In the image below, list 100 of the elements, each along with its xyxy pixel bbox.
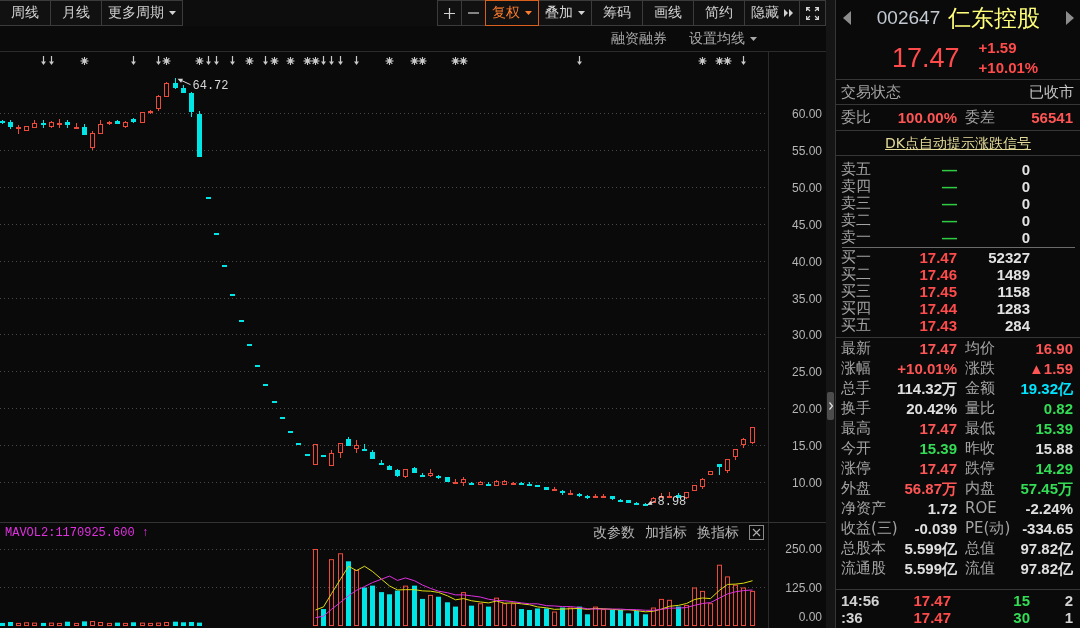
indicator-option[interactable]: 加指标	[645, 524, 687, 541]
axis-label: 55.00	[791, 143, 822, 158]
zoom-out-button[interactable]	[461, 0, 486, 26]
double-triangle-icon	[784, 9, 793, 17]
chevron-right-icon	[828, 402, 833, 410]
leader-arrow	[647, 500, 656, 505]
down-arrow-icon[interactable]	[230, 55, 235, 65]
burst-icon[interactable]	[79, 56, 90, 66]
quote-label: 最新	[841, 339, 871, 357]
burst-icon[interactable]	[409, 56, 420, 66]
order-level-label: 买五	[841, 317, 871, 334]
percent-change: +10.01%	[978, 57, 1039, 78]
burst-icon[interactable]	[302, 56, 313, 66]
signal-link[interactable]: DK点自动提示涨跌信号	[885, 134, 1031, 152]
order-volume: 1489	[996, 266, 1030, 283]
burst-icon[interactable]	[697, 56, 708, 66]
order-volume: 0	[1021, 195, 1030, 212]
quote-label: 总手	[841, 379, 871, 397]
fullscreen-button[interactable]	[799, 0, 826, 26]
period-button[interactable]: 月线	[50, 0, 102, 26]
right-triangle-icon[interactable]	[1066, 11, 1074, 25]
quote-label: 委差	[965, 109, 995, 126]
plus-icon	[444, 7, 455, 19]
dropdown-button[interactable]: 更多周期	[101, 0, 183, 26]
quote-value: 100.00%	[897, 109, 957, 126]
indicator-legend: MAVOL2:1170925.600 ↑	[5, 525, 150, 540]
quote-value: 17.47	[919, 339, 957, 357]
order-level-label: 买四	[841, 300, 871, 317]
burst-icon[interactable]	[269, 56, 280, 66]
toolbar-button[interactable]: 筹码	[591, 0, 643, 26]
order-volume: 1158	[997, 283, 1030, 300]
indicator-option[interactable]: 改参数	[593, 524, 635, 541]
axis-label: 60.00	[791, 106, 822, 121]
down-arrow-icon[interactable]	[577, 55, 582, 65]
axis-label: 125.00	[785, 580, 822, 595]
quote-label: 今开	[841, 439, 871, 457]
toolbar-button[interactable]: 简约	[693, 0, 745, 26]
down-arrow-icon[interactable]	[156, 55, 161, 65]
quote-label: 内盘	[965, 479, 995, 497]
down-arrow-icon[interactable]	[741, 55, 746, 65]
burst-icon[interactable]	[310, 56, 321, 66]
order-price: 17.46	[919, 266, 957, 283]
dropdown-button[interactable]: 设置均线	[689, 29, 757, 48]
hide-button[interactable]: 隐藏	[744, 0, 800, 26]
quote-value: 20.42%	[906, 399, 957, 417]
price-annotation: 8.98	[657, 495, 687, 510]
toolbar-link[interactable]: 融资融券	[611, 29, 667, 48]
order-volume: 0	[1021, 161, 1030, 178]
quote-value: 1.72	[927, 499, 957, 517]
order-price: 17.45	[919, 283, 957, 300]
quote-label: 涨停	[841, 459, 871, 477]
quote-value: 5.599亿	[904, 539, 957, 557]
burst-icon[interactable]	[384, 56, 395, 66]
quote-label: 总股本	[841, 539, 886, 557]
burst-icon[interactable]	[285, 56, 296, 66]
down-arrow-icon[interactable]	[354, 55, 359, 65]
price-annotation: 64.72	[192, 79, 229, 94]
toolbar-button[interactable]: 画线	[642, 0, 694, 26]
burst-icon[interactable]	[714, 56, 725, 66]
period-button[interactable]: 周线	[0, 0, 51, 26]
tick-price: 17.47	[913, 609, 951, 626]
burst-icon[interactable]	[458, 56, 469, 66]
dropdown-button[interactable]: 叠加	[538, 0, 592, 26]
down-arrow-icon[interactable]	[131, 55, 136, 65]
quote-value: 56.87万	[904, 479, 957, 497]
quote-label: 外盘	[841, 479, 871, 497]
burst-icon[interactable]	[194, 56, 205, 66]
quote-label: 净资产	[841, 499, 886, 517]
burst-icon[interactable]	[244, 56, 255, 66]
burst-icon[interactable]	[722, 56, 733, 66]
quote-value: -334.65	[1022, 519, 1073, 537]
close-icon[interactable]	[749, 525, 764, 540]
order-level-label: 买三	[841, 283, 871, 300]
quote-value: 15.88	[1035, 439, 1073, 457]
quote-label: ROE	[965, 499, 997, 517]
order-level-label: 买一	[841, 249, 871, 266]
burst-icon[interactable]	[161, 56, 172, 66]
order-price: 17.43	[919, 317, 957, 334]
order-volume: 0	[1021, 178, 1030, 195]
quote-value: 5.599亿	[904, 559, 957, 577]
axis-label: 10.00	[791, 475, 822, 490]
quote-value: 56541	[1031, 109, 1073, 126]
zoom-in-button[interactable]	[437, 0, 462, 26]
burst-icon[interactable]	[450, 56, 461, 66]
order-volume: 284	[1004, 317, 1030, 334]
down-arrow-icon[interactable]	[263, 55, 268, 65]
collapse-handle[interactable]	[827, 392, 834, 420]
dropdown-button[interactable]: 复权	[485, 0, 539, 26]
minus-icon	[468, 12, 479, 14]
order-volume: 1283	[996, 300, 1030, 317]
quote-value: 16.90	[1035, 339, 1073, 357]
quote-label: 委比	[841, 109, 871, 126]
quote-label: 金额	[965, 379, 995, 397]
order-level-label: 卖二	[841, 212, 871, 229]
left-triangle-icon[interactable]	[843, 11, 851, 25]
order-level-label: 卖三	[841, 195, 871, 212]
quote-value: 17.47	[919, 459, 957, 477]
burst-icon[interactable]	[417, 56, 428, 66]
axis-label: 20.00	[791, 401, 822, 416]
indicator-option[interactable]: 换指标	[697, 524, 739, 541]
